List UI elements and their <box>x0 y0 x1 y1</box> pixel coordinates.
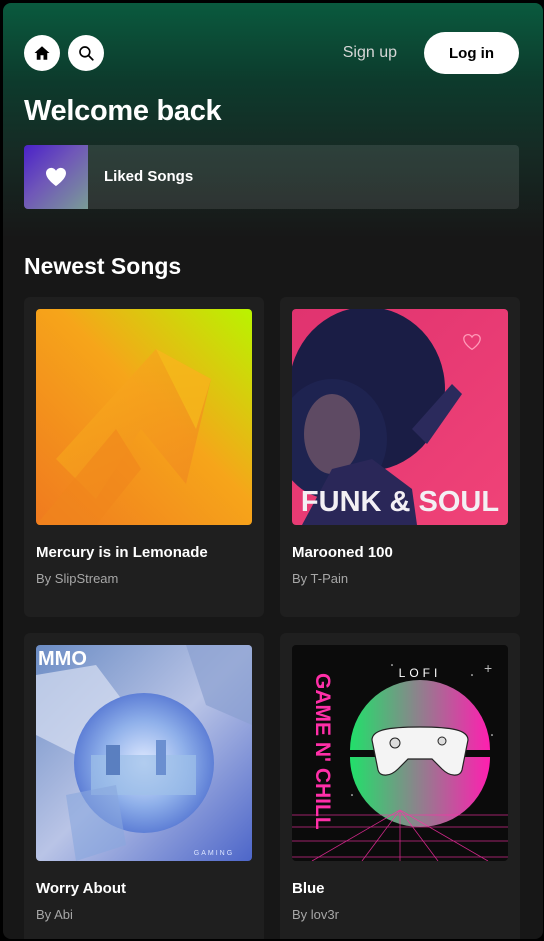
song-title: Mercury is in Lemonade <box>36 544 208 561</box>
search-icon <box>79 46 94 61</box>
cover-text: LOFI <box>399 666 442 680</box>
liked-songs-art <box>24 145 88 209</box>
song-title: Worry About <box>36 880 126 897</box>
song-cover: MMO GAMING <box>36 645 252 861</box>
cover-text: FUNK & SOUL <box>301 486 499 518</box>
cover-art-lofi: LOFI GAME N' CHILL + <box>292 645 508 861</box>
login-button[interactable]: Log in <box>424 32 519 74</box>
song-cover: FUNK & SOUL <box>292 309 508 525</box>
song-title: Marooned 100 <box>292 544 393 561</box>
heart-icon <box>46 167 66 187</box>
song-card[interactable]: LOFI GAME N' CHILL + Blue By lov3r <box>280 633 520 939</box>
cover-subtext: GAMING <box>194 850 234 857</box>
cover-vertical-text: GAME N' CHILL <box>311 673 334 830</box>
newest-songs-heading: Newest Songs <box>24 253 182 279</box>
song-artist: By Abi <box>36 907 73 922</box>
song-cover: LOFI GAME N' CHILL + <box>292 645 508 861</box>
song-title: Blue <box>292 880 325 897</box>
like-heart-icon[interactable] <box>462 333 482 351</box>
app-window: Sign up Log in Welcome back Liked Songs … <box>3 3 543 939</box>
top-header: Sign up Log in <box>24 32 519 74</box>
liked-songs-item[interactable]: Liked Songs <box>24 145 519 209</box>
signup-link[interactable]: Sign up <box>343 44 397 62</box>
cover-art-mmo: MMO GAMING <box>36 645 252 861</box>
search-button[interactable] <box>68 35 104 71</box>
home-icon <box>34 46 50 60</box>
song-card[interactable]: Mercury is in Lemonade By SlipStream <box>24 297 264 617</box>
cover-text: MMO <box>38 648 87 670</box>
song-artist: By SlipStream <box>36 571 119 586</box>
welcome-title: Welcome back <box>24 95 222 127</box>
song-cover <box>36 309 252 525</box>
cover-art-mercury <box>36 309 252 525</box>
home-button[interactable] <box>24 35 60 71</box>
svg-text:+: + <box>484 660 492 676</box>
song-card[interactable]: FUNK & SOUL Marooned 100 By T-Pain <box>280 297 520 617</box>
song-card[interactable]: MMO GAMING Worry About By Abi <box>24 633 264 939</box>
song-artist: By lov3r <box>292 907 339 922</box>
song-artist: By T-Pain <box>292 571 349 586</box>
liked-songs-label: Liked Songs <box>104 168 194 185</box>
